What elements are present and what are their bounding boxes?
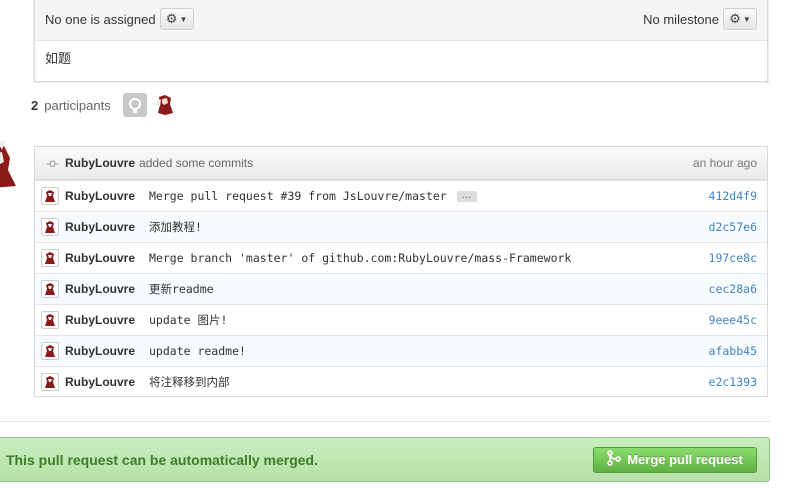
commit-message: 更新readme bbox=[149, 281, 709, 297]
assignee-text: No one is assigned bbox=[45, 11, 156, 27]
commits-box: -o- RubyLouvre added some commits an hou… bbox=[34, 146, 768, 397]
expand-ellipsis-button[interactable]: … bbox=[456, 190, 477, 202]
commits-author-link[interactable]: RubyLouvre bbox=[65, 156, 135, 170]
commit-message-link[interactable]: Merge pull request #39 from JsLouvre/mas… bbox=[149, 189, 447, 203]
commit-author-link[interactable]: RubyLouvre bbox=[65, 313, 149, 327]
commit-author-link[interactable]: RubyLouvre bbox=[65, 344, 149, 358]
user-avatar-icon[interactable] bbox=[41, 280, 59, 298]
commit-sha-link[interactable]: e2c1393 bbox=[709, 375, 757, 389]
caret-down-icon: ▼ bbox=[179, 14, 188, 24]
participants: 2 participants bbox=[31, 93, 177, 117]
commit-sha-link[interactable]: afabb45 bbox=[709, 344, 757, 358]
commit-row: RubyLouvre update 图片! 9eee45c bbox=[35, 304, 767, 335]
merge-pull-request-button[interactable]: Merge pull request bbox=[593, 446, 757, 473]
commit-message-link[interactable]: update 图片! bbox=[149, 312, 227, 328]
commit-icon: -o- bbox=[46, 156, 59, 170]
gear-icon: ⚙ bbox=[165, 11, 178, 26]
github-avatar-icon[interactable] bbox=[122, 93, 147, 117]
commit-sha-link[interactable]: 9eee45c bbox=[709, 313, 757, 327]
commit-author-link[interactable]: RubyLouvre bbox=[65, 282, 149, 296]
commit-author-link[interactable]: RubyLouvre bbox=[65, 220, 149, 234]
commit-author-link[interactable]: RubyLouvre bbox=[65, 251, 149, 265]
commit-sha-link[interactable]: 197ce8c bbox=[709, 251, 757, 265]
commit-message-link[interactable]: 添加教程! bbox=[149, 219, 202, 235]
divider bbox=[0, 421, 770, 422]
commit-message-link[interactable]: update readme! bbox=[149, 344, 246, 358]
commit-message: 将注释移到内部 bbox=[149, 374, 709, 390]
participants-label: participants bbox=[44, 97, 111, 113]
user-avatar-icon[interactable] bbox=[41, 373, 59, 391]
merge-status-text: This pull request can be automatically m… bbox=[6, 451, 318, 468]
participants-count: 2 bbox=[31, 97, 39, 113]
milestone-section: No milestone ⚙ ▼ bbox=[643, 8, 757, 30]
commit-message: 添加教程! bbox=[149, 219, 709, 235]
commit-author-link[interactable]: RubyLouvre bbox=[65, 375, 149, 389]
merge-icon bbox=[607, 450, 622, 469]
commit-message-link[interactable]: 更新readme bbox=[149, 281, 214, 297]
commit-row: RubyLouvre 将注释移到内部 e2c1393 bbox=[35, 366, 767, 397]
user-avatar-icon[interactable] bbox=[152, 93, 177, 117]
user-avatar-icon[interactable] bbox=[41, 249, 59, 267]
commits-header: -o- RubyLouvre added some commits an hou… bbox=[35, 147, 767, 180]
user-avatar-icon[interactable] bbox=[41, 187, 59, 205]
user-avatar-icon[interactable] bbox=[41, 342, 59, 360]
gear-icon: ⚙ bbox=[729, 11, 741, 26]
commit-message: Merge pull request #39 from JsLouvre/mas… bbox=[149, 189, 709, 203]
commit-message: Merge branch 'master' of github.com:Ruby… bbox=[149, 251, 709, 265]
caret-down-icon: ▼ bbox=[742, 14, 751, 24]
user-avatar-icon[interactable] bbox=[41, 311, 59, 329]
commit-sha-link[interactable]: cec28a6 bbox=[709, 282, 757, 296]
milestone-gear-button[interactable]: ⚙ ▼ bbox=[723, 8, 757, 30]
user-avatar-icon[interactable] bbox=[41, 218, 59, 236]
commit-row: RubyLouvre 更新readme cec28a6 bbox=[35, 273, 767, 304]
commit-message-link[interactable]: 将注释移到内部 bbox=[149, 374, 230, 390]
commit-message-link[interactable]: Merge branch 'master' of github.com:Ruby… bbox=[149, 251, 571, 265]
assignee-section: No one is assigned ⚙ ▼ bbox=[45, 8, 194, 30]
milestone-text: No milestone bbox=[643, 11, 719, 27]
issue-box: No one is assigned ⚙ ▼ No milestone ⚙ ▼ 如题 bbox=[34, 0, 768, 82]
commits-header-left: -o- RubyLouvre added some commits bbox=[43, 156, 253, 170]
issue-body: 如题 bbox=[45, 52, 72, 67]
commit-sha-link[interactable]: d2c57e6 bbox=[709, 220, 757, 234]
commits-time: an hour ago bbox=[692, 156, 757, 170]
merge-button-label: Merge pull request bbox=[627, 452, 743, 467]
commit-row: RubyLouvre update readme! afabb45 bbox=[35, 335, 767, 366]
commit-author-link[interactable]: RubyLouvre bbox=[65, 189, 149, 203]
timeline-avatar bbox=[0, 140, 20, 190]
commit-row: RubyLouvre 添加教程! d2c57e6 bbox=[35, 211, 767, 242]
commit-row: RubyLouvre Merge branch 'master' of gith… bbox=[35, 242, 767, 273]
commit-message: update 图片! bbox=[149, 312, 709, 328]
commit-sha-link[interactable]: 412d4f9 bbox=[709, 189, 757, 203]
merge-status-bar: This pull request can be automatically m… bbox=[0, 437, 770, 482]
commit-message: update readme! bbox=[149, 344, 709, 358]
commit-row: RubyLouvre Merge pull request #39 from J… bbox=[35, 180, 767, 211]
issue-meta-bar: No one is assigned ⚙ ▼ No milestone ⚙ ▼ bbox=[35, 0, 767, 41]
commits-action-text: added some commits bbox=[139, 156, 254, 170]
assignee-gear-button[interactable]: ⚙ ▼ bbox=[159, 8, 194, 30]
